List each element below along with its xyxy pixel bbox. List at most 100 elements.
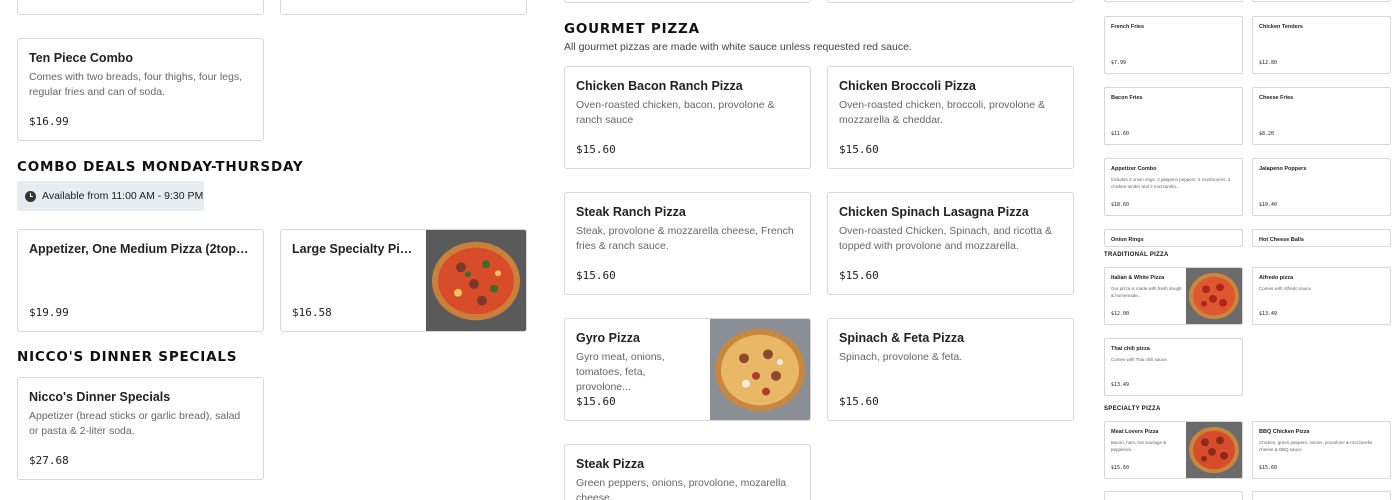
mini-item-hot-cheese-balls[interactable]: Hot Cheese Balls bbox=[1252, 229, 1391, 247]
section-title-specialty: SPECIALTY PIZZA bbox=[1104, 406, 1161, 412]
item-name: Thai chili pizza bbox=[1111, 346, 1150, 352]
item-name: Nicco's Dinner Specials bbox=[29, 390, 171, 404]
menu-item-spinach-feta[interactable]: Spinach & Feta Pizza Spinach, provolone … bbox=[827, 318, 1074, 421]
mini-item-bacon-fries[interactable]: Bacon Fries $11.60 bbox=[1104, 87, 1243, 145]
item-description: Comes with two breads, four thighs, four… bbox=[29, 71, 243, 98]
item-description: Bacon, ham, hot sausage & pepperoni. bbox=[1111, 440, 1167, 452]
item-description: Comes with Thai chili sauce. bbox=[1111, 357, 1168, 362]
section-title-gourmet: GOURMET PIZZA bbox=[564, 21, 700, 37]
item-description: Chicken, green peppers, onions, provolon… bbox=[1259, 440, 1373, 452]
item-name: Italian & White Pizza bbox=[1111, 275, 1165, 281]
mini-item-cheese-fries[interactable]: Cheese Fries $8.20 bbox=[1252, 87, 1391, 145]
mini-card[interactable] bbox=[1104, 491, 1243, 500]
item-name: Ten Piece Combo bbox=[29, 51, 133, 65]
item-price: $19.99 bbox=[29, 306, 69, 319]
item-name: Steak Ranch Pizza bbox=[576, 205, 686, 219]
item-name: Cheese Fries bbox=[1259, 95, 1294, 101]
pizza-image bbox=[710, 319, 810, 420]
item-price: $15.60 bbox=[839, 143, 879, 156]
item-name: Large Specialty Pizza... bbox=[292, 242, 415, 256]
item-price: $16.99 bbox=[29, 115, 69, 128]
item-price: $15.60 bbox=[576, 143, 616, 156]
item-price: $15.60 bbox=[1111, 465, 1130, 471]
section-subtitle-gourmet: All gourmet pizzas are made with white s… bbox=[564, 41, 912, 53]
item-description: Steak, provolone & mozzarella cheese, Fr… bbox=[576, 225, 794, 252]
menu-item-chicken-bacon-ranch[interactable]: Chicken Bacon Ranch Pizza Oven-roasted c… bbox=[564, 66, 811, 169]
item-name: Appetizer, One Medium Pizza (2toppings) … bbox=[29, 242, 252, 256]
item-name: Appetizer Combo bbox=[1111, 166, 1157, 172]
menu-item-chicken-spinach-lasagna[interactable]: Chicken Spinach Lasagna Pizza Oven-roast… bbox=[827, 192, 1074, 295]
item-name: Alfredo pizza bbox=[1259, 275, 1294, 281]
item-price: $13.49 bbox=[1111, 382, 1130, 388]
item-description: Appetizer (bread sticks or garlic bread)… bbox=[29, 410, 241, 437]
menu-item-large-specialty-pizza[interactable]: Large Specialty Pizza... $16.58 bbox=[280, 229, 527, 332]
item-name: Onion Rings bbox=[1111, 237, 1144, 243]
item-name: Meat Lovers Pizza bbox=[1111, 429, 1159, 435]
menu-item-card[interactable] bbox=[564, 0, 811, 3]
item-name: BBQ Chicken Pizza bbox=[1259, 429, 1310, 435]
item-name: Chicken Spinach Lasagna Pizza bbox=[839, 205, 1029, 219]
mini-item-alfredo-pizza[interactable]: Alfredo pizza Comes with Alfredo sauce $… bbox=[1252, 267, 1391, 325]
mini-card[interactable] bbox=[1252, 0, 1391, 2]
item-description: Comes with Alfredo sauce bbox=[1259, 286, 1312, 291]
item-description: Oven-roasted Chicken, Spinach, and ricot… bbox=[839, 225, 1053, 252]
item-description: Oven-roasted chicken, broccoli, provolon… bbox=[839, 99, 1046, 126]
clock-icon bbox=[25, 190, 36, 202]
item-price: $16.58 bbox=[292, 306, 332, 319]
pizza-image bbox=[1186, 268, 1242, 324]
menu-item-card[interactable] bbox=[280, 0, 527, 15]
item-name: Chicken Bacon Ranch Pizza bbox=[576, 79, 743, 93]
item-price: $12.80 bbox=[1259, 60, 1278, 66]
item-price: $10.40 bbox=[1259, 202, 1278, 208]
item-price: $7.99 bbox=[1111, 60, 1127, 66]
mini-item-bbq-chicken-pizza[interactable]: BBQ Chicken Pizza Chicken, green peppers… bbox=[1252, 421, 1391, 479]
menu-item-steak-pizza[interactable]: Steak Pizza Green peppers, onions, provo… bbox=[564, 444, 811, 500]
item-description: Green peppers, onions, provolone, mozare… bbox=[576, 477, 787, 500]
item-description: Includes 3 onion rings, 3 jalapeno peppe… bbox=[1111, 177, 1231, 189]
item-price: $11.60 bbox=[1111, 131, 1130, 137]
mini-card[interactable] bbox=[1252, 491, 1391, 500]
item-price: $15.60 bbox=[1259, 465, 1278, 471]
item-description: Spinach, provolone & feta. bbox=[839, 351, 963, 363]
item-description: Our pizza is made with fresh dough & hom… bbox=[1111, 286, 1182, 298]
item-name: Hot Cheese Balls bbox=[1259, 237, 1304, 243]
mini-item-jalapeno-poppers[interactable]: Jalapeno Poppers $10.40 bbox=[1252, 158, 1391, 216]
menu-item-niccos-dinner-specials[interactable]: Nicco's Dinner Specials Appetizer (bread… bbox=[17, 377, 264, 480]
item-name: Steak Pizza bbox=[576, 457, 645, 471]
mini-card[interactable] bbox=[1104, 0, 1243, 2]
mini-item-onion-rings[interactable]: Onion Rings bbox=[1104, 229, 1243, 247]
menu-item-card[interactable] bbox=[827, 0, 1074, 3]
section-title-dinner-specials: NICCO'S DINNER SPECIALS bbox=[17, 349, 238, 365]
mini-item-french-fries[interactable]: French Fries $7.99 bbox=[1104, 16, 1243, 74]
item-name: Jalapeno Poppers bbox=[1259, 166, 1307, 172]
item-price: $27.68 bbox=[29, 454, 69, 467]
mini-item-chicken-tenders[interactable]: Chicken Tenders $12.80 bbox=[1252, 16, 1391, 74]
item-name: Spinach & Feta Pizza bbox=[839, 331, 965, 345]
item-description: Oven-roasted chicken, bacon, provolone &… bbox=[576, 99, 775, 126]
section-title-combo-deals: COMBO DEALS MONDAY-THURSDAY bbox=[17, 159, 304, 175]
item-name: Chicken Broccoli Pizza bbox=[839, 79, 976, 93]
mini-item-appetizer-combo[interactable]: Appetizer Combo Includes 3 onion rings, … bbox=[1104, 158, 1243, 216]
item-price: $8.20 bbox=[1259, 131, 1275, 137]
item-price: $13.49 bbox=[1259, 311, 1278, 317]
mini-item-thai-chili-pizza[interactable]: Thai chili pizza Comes with Thai chili s… bbox=[1104, 338, 1243, 396]
item-name: Bacon Fries bbox=[1111, 95, 1143, 101]
item-price: $15.60 bbox=[576, 269, 616, 282]
pizza-image bbox=[426, 230, 526, 331]
item-name: French Fries bbox=[1111, 24, 1145, 30]
mini-item-meat-lovers-pizza[interactable]: Meat Lovers Pizza Bacon, ham, hot sausag… bbox=[1104, 421, 1243, 479]
pizza-image bbox=[1186, 422, 1242, 478]
item-price: $15.60 bbox=[839, 395, 879, 408]
menu-item-steak-ranch[interactable]: Steak Ranch Pizza Steak, provolone & moz… bbox=[564, 192, 811, 295]
menu-item-ten-piece-combo[interactable]: Ten Piece Combo Comes with two breads, f… bbox=[17, 38, 264, 141]
item-price: $15.60 bbox=[576, 395, 616, 408]
item-price: $12.00 bbox=[1111, 311, 1130, 317]
menu-item-chicken-broccoli[interactable]: Chicken Broccoli Pizza Oven-roasted chic… bbox=[827, 66, 1074, 169]
menu-item-appetizer-medium-pizza[interactable]: Appetizer, One Medium Pizza (2toppings) … bbox=[17, 229, 264, 332]
menu-item-gyro-pizza[interactable]: Gyro Pizza Gyro meat, onions, tomatoes, … bbox=[564, 318, 811, 421]
item-name: Gyro Pizza bbox=[576, 331, 640, 345]
mini-item-italian-white-pizza[interactable]: Italian & White Pizza Our pizza is made … bbox=[1104, 267, 1243, 325]
availability-text: Available from 11:00 AM - 9:30 PM bbox=[42, 190, 204, 202]
menu-item-card[interactable] bbox=[17, 0, 264, 15]
section-title-traditional: TRADITIONAL PIZZA bbox=[1104, 252, 1169, 258]
